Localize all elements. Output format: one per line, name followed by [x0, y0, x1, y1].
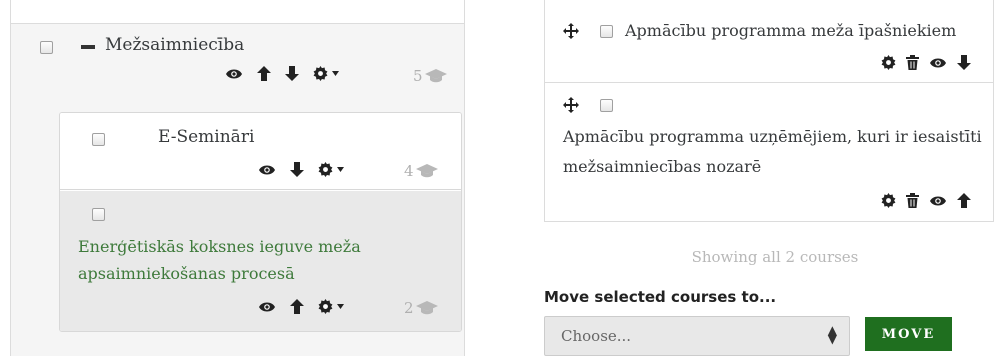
- subcategory-card: E-Semināri 4 Enerģētiskās koksnes ieguve…: [59, 112, 462, 332]
- caret-down-icon: [337, 167, 344, 172]
- gear-icon: [318, 299, 333, 314]
- arrow-up-icon[interactable]: [957, 193, 971, 208]
- eye-icon[interactable]: [225, 68, 243, 80]
- course-actions: [881, 193, 971, 208]
- course-list: Apmācību programma meža īpašniekiem Apmā…: [544, 0, 994, 222]
- arrow-up-icon[interactable]: [290, 299, 304, 314]
- category-tree: Mežsaimniecība 5 E-Semināri 4 Enerģētisk…: [10, 0, 465, 356]
- graduation-cap-icon: [424, 69, 447, 83]
- graduation-cap-icon: [415, 301, 438, 315]
- course-actions: [258, 299, 344, 314]
- trash-icon[interactable]: [906, 193, 919, 208]
- gear-menu[interactable]: [318, 162, 344, 177]
- subcategory-actions: [258, 162, 344, 177]
- course-checkbox[interactable]: [600, 99, 613, 112]
- move-icon[interactable]: [563, 23, 579, 39]
- category-management-panel: Mežsaimniecība 5 E-Semināri 4 Enerģētisk…: [0, 0, 470, 356]
- gear-menu[interactable]: [318, 299, 344, 314]
- subcategory-checkbox[interactable]: [92, 133, 105, 146]
- selected-subcategory-row: Enerģētiskās koksnes ieguve meža apsaimn…: [60, 191, 461, 331]
- caret-down-icon: [337, 304, 344, 309]
- move-target-selected: Choose...: [561, 327, 632, 345]
- row-divider: [545, 82, 993, 83]
- course-title[interactable]: Apmācību programma meža īpašniekiem: [625, 16, 956, 46]
- arrow-down-icon[interactable]: [285, 66, 299, 81]
- subcategory-course-count: 4: [404, 162, 438, 180]
- category-course-count: 5: [413, 67, 447, 85]
- caret-down-icon: [332, 71, 339, 76]
- subcategory-row: E-Semināri 4: [60, 113, 461, 190]
- collapse-icon[interactable]: [81, 45, 95, 49]
- arrow-down-icon[interactable]: [290, 162, 304, 177]
- gear-icon[interactable]: [881, 193, 896, 208]
- course-count: 2: [404, 299, 438, 317]
- graduation-cap-icon: [415, 164, 438, 178]
- gear-menu[interactable]: [313, 66, 339, 81]
- trash-icon[interactable]: [906, 55, 919, 70]
- course-checkbox[interactable]: [92, 208, 105, 221]
- category-top-row: [11, 0, 464, 24]
- eye-icon[interactable]: [258, 164, 276, 176]
- gear-icon: [318, 162, 333, 177]
- move-icon[interactable]: [563, 97, 579, 113]
- course-checkbox[interactable]: [600, 25, 613, 38]
- category-actions: [225, 66, 339, 81]
- move-courses-label: Move selected courses to...: [544, 288, 777, 306]
- category-name[interactable]: Mežsaimniecība: [105, 35, 244, 55]
- gear-icon[interactable]: [881, 55, 896, 70]
- category-row: Mežsaimniecība 5: [11, 24, 464, 104]
- select-arrows-icon: ▲ ▼: [827, 323, 837, 346]
- move-target-select[interactable]: Choose... ▲ ▼: [544, 316, 850, 356]
- course-title[interactable]: Apmācību programma uzņēmējiem, kuri ir i…: [563, 122, 983, 182]
- course-count-summary: Showing all 2 courses: [691, 248, 859, 266]
- eye-icon[interactable]: [929, 195, 947, 207]
- course-name-link[interactable]: Enerģētiskās koksnes ieguve meža apsaimn…: [78, 233, 418, 287]
- arrow-up-icon[interactable]: [257, 66, 271, 81]
- category-checkbox[interactable]: [40, 41, 53, 54]
- move-button[interactable]: MOVE: [865, 317, 952, 351]
- eye-icon[interactable]: [258, 301, 276, 313]
- gear-icon: [313, 66, 328, 81]
- arrow-down-icon[interactable]: [957, 55, 971, 70]
- eye-icon[interactable]: [929, 57, 947, 69]
- courses-panel: Apmācību programma meža īpašniekiem Apmā…: [510, 0, 1000, 356]
- subcategory-name[interactable]: E-Semināri: [158, 127, 254, 147]
- course-actions: [881, 55, 971, 70]
